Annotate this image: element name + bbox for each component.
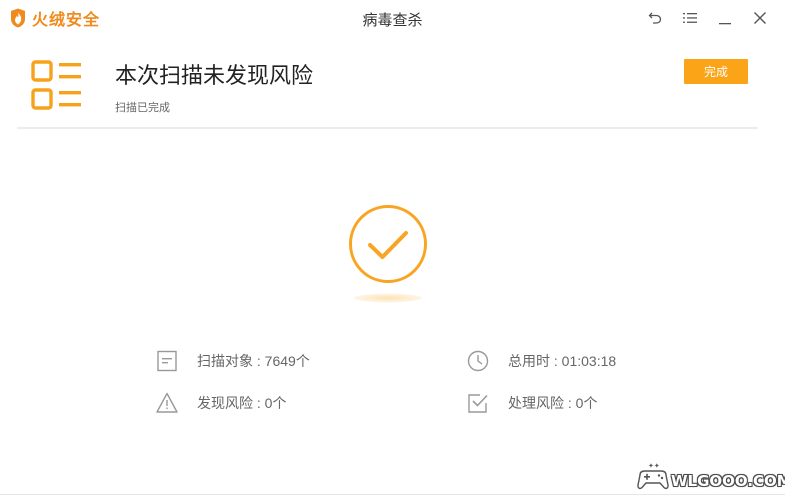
stat-handled-risks: 处理风险 : 0个 (466, 391, 597, 415)
stat-total-time: 总用时 : 01:03:18 (466, 349, 616, 373)
bottom-border (0, 494, 785, 495)
watermark: ✦✦ WLGOOO.COM (636, 455, 785, 491)
window-title: 病毒查杀 (362, 12, 423, 29)
header-divider (17, 127, 758, 129)
scanned-objects-text: 扫描对象 : 7649个 (197, 353, 310, 369)
watermark-text: WLGOOO.COM (671, 472, 785, 490)
done-button[interactable]: 完成 (684, 59, 748, 84)
success-check-icon (349, 205, 427, 303)
scan-report-icon (31, 60, 81, 110)
warning-icon (156, 392, 178, 413)
scan-status-text: 扫描已完成 (115, 102, 170, 114)
menu-button[interactable] (678, 6, 702, 30)
undo-arrow-icon (648, 12, 662, 24)
stat-scanned-objects: 扫描对象 : 7649个 (155, 349, 310, 373)
close-icon (754, 12, 766, 24)
found-risks-text: 发现风险 : 0个 (197, 395, 287, 411)
title-bar: 火绒安全 病毒查杀 (0, 0, 785, 36)
stat-found-risks: 发现风险 : 0个 (155, 391, 286, 415)
close-button[interactable] (748, 6, 772, 30)
minimize-icon (719, 23, 731, 25)
menu-lines-icon (683, 13, 697, 23)
back-button[interactable] (643, 6, 667, 30)
document-icon (157, 350, 177, 372)
svg-text:✦✦: ✦✦ (648, 462, 660, 470)
clock-icon (467, 350, 489, 372)
handled-risks-text: 处理风险 : 0个 (508, 395, 598, 411)
minimize-button[interactable] (713, 6, 737, 30)
checkbox-checked-icon (468, 394, 488, 413)
scan-result-headline: 本次扫描未发现风险 (115, 63, 314, 88)
total-time-text: 总用时 : 01:03:18 (508, 353, 617, 369)
gamepad-watermark-icon: ✦✦ (637, 462, 669, 490)
